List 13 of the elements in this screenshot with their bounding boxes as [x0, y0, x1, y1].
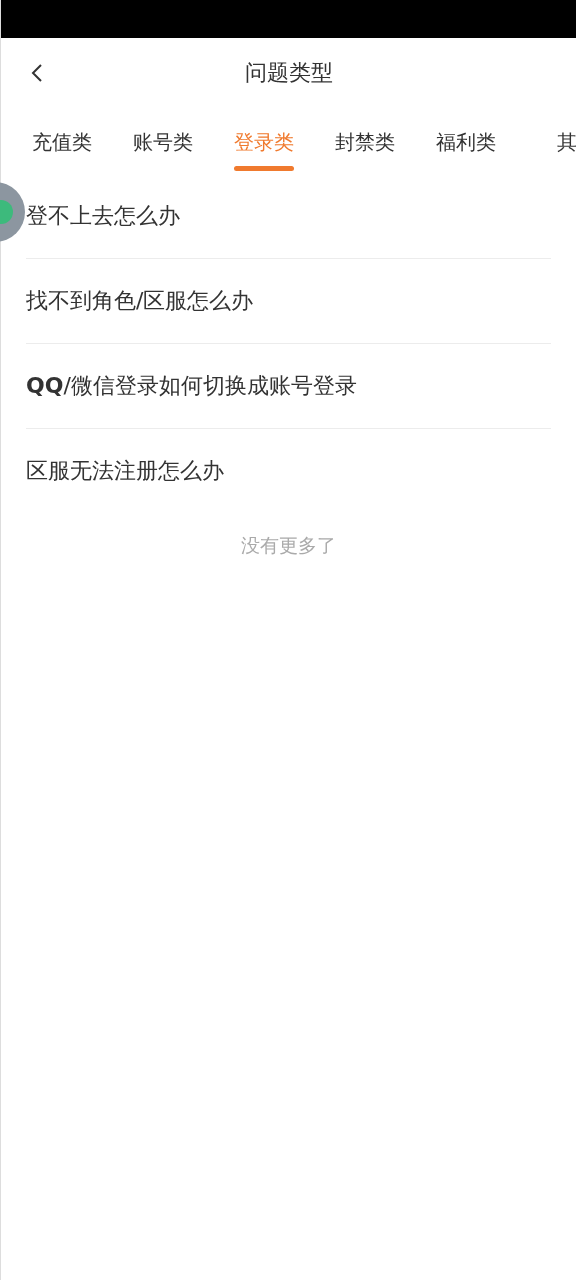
tab[interactable]: 充值类 — [32, 108, 92, 174]
tab[interactable]: 其 — [537, 108, 576, 174]
question-item[interactable]: 登不上去怎么办 — [26, 174, 551, 259]
question-item[interactable]: QQ/微信登录如何切换成账号登录 — [26, 344, 551, 429]
question-item[interactable]: 区服无法注册怎么办 — [26, 429, 551, 513]
active-tab-indicator — [234, 166, 294, 171]
end-of-list-text: 没有更多了 — [240, 533, 337, 558]
tab[interactable]: 封禁类 — [335, 108, 395, 174]
tab[interactable]: 福利类 — [436, 108, 496, 174]
back-icon — [31, 64, 43, 82]
question-item[interactable]: 找不到角色/区服怎么办 — [26, 259, 551, 344]
tab[interactable]: 账号类 — [133, 108, 193, 174]
page-title: 问题类型 — [244, 59, 333, 87]
